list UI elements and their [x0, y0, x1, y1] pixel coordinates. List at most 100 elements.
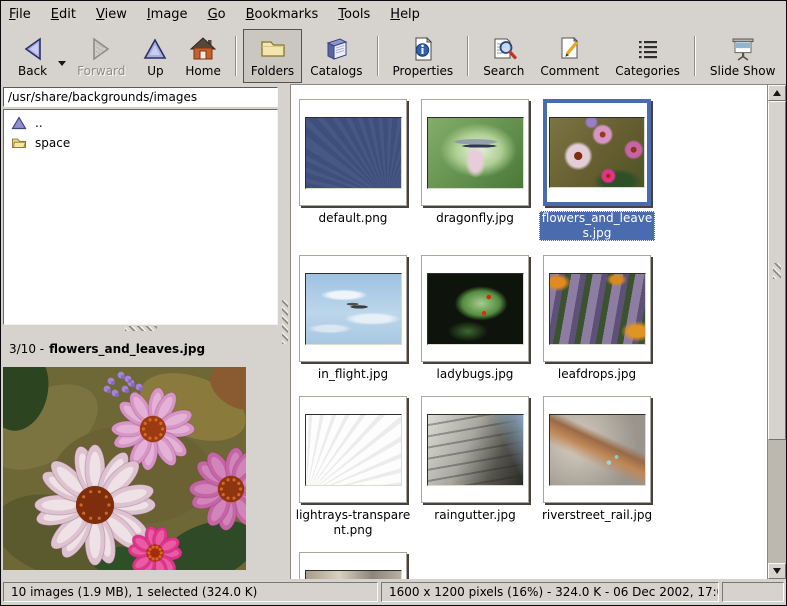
thumbnail-image	[549, 273, 646, 345]
content-area: ..space 3/10 - flowers_and_leaves.jpg de…	[1, 84, 786, 579]
thumbnail-image	[549, 414, 646, 486]
scroll-up-button[interactable]	[768, 85, 786, 101]
scroll-up-icon	[773, 90, 781, 96]
file-name[interactable]: in_flight.jpg	[295, 367, 411, 382]
chevron-down-icon	[58, 61, 66, 66]
folders-icon	[259, 35, 287, 63]
thumbnail-image	[549, 117, 645, 188]
file-cell: dragonfly.jpg	[421, 99, 529, 241]
slide-show-button[interactable]: Slide Show	[702, 29, 783, 83]
thumbnail-grid: default.png dragonfly.jpg flowers_and_leav…	[291, 85, 768, 579]
thumbnail[interactable]	[299, 99, 407, 206]
menu-help[interactable]: Help	[382, 3, 428, 26]
toolbar-button-label: Folders	[251, 64, 294, 78]
thumbnail[interactable]	[543, 396, 651, 503]
status-spacer	[722, 582, 784, 602]
thumbnail-image	[305, 273, 402, 345]
thumbnail[interactable]	[421, 396, 529, 503]
properties-icon	[409, 35, 437, 63]
thumbnail[interactable]	[421, 99, 529, 206]
status-bar: 10 images (1.9 MB), 1 selected (324.0 K)…	[1, 579, 786, 605]
folder-icon	[11, 136, 27, 150]
file-name[interactable]: flowers_and_leaves.jpg	[539, 211, 655, 241]
scrollbar-thumb[interactable]	[768, 101, 786, 440]
folder-item-parent[interactable]: ..	[4, 113, 277, 133]
up-icon	[141, 35, 169, 63]
toolbar-button-label: Back	[18, 64, 47, 78]
status-file-count: 10 images (1.9 MB), 1 selected (324.0 K)	[3, 582, 378, 602]
toolbar-button-label: Home	[185, 64, 220, 78]
menu-tools[interactable]: Tools	[330, 3, 378, 26]
toolbar-separator	[235, 36, 237, 76]
folders-button[interactable]: Folders	[243, 29, 302, 83]
thumbnail[interactable]	[543, 99, 651, 206]
slideshow-icon	[729, 35, 757, 63]
thumbnail[interactable]	[421, 255, 529, 362]
search-icon	[490, 35, 518, 63]
file-cell: ladybugs.jpg	[421, 255, 529, 382]
full-screen-button[interactable]: Full Screen	[783, 29, 787, 83]
back-button[interactable]: Back	[10, 29, 55, 83]
file-cell: raingutter.jpg	[421, 396, 529, 538]
status-image-info: 1600 x 1200 pixels (16%) - 324.0 K - 06 …	[381, 582, 719, 602]
folder-pane: ..space 3/10 - flowers_and_leaves.jpg	[1, 84, 280, 579]
thumbnail[interactable]	[299, 552, 407, 579]
thumbnail-image	[427, 414, 524, 486]
search-button[interactable]: Search	[475, 29, 532, 83]
up-folder-icon	[11, 116, 27, 130]
home-button[interactable]: Home	[177, 29, 228, 83]
thumbnail[interactable]	[299, 255, 407, 362]
forward-icon	[87, 35, 115, 63]
scroll-down-button[interactable]	[768, 563, 786, 579]
menu-go[interactable]: Go	[200, 3, 234, 26]
menu-file[interactable]: File	[1, 3, 39, 26]
toolbar-button-label: Search	[483, 64, 524, 78]
vertical-pane-handle[interactable]	[1, 325, 280, 332]
up-button[interactable]: Up	[133, 29, 177, 83]
file-cell: leafdrops.jpg	[543, 255, 651, 382]
toolbar-button-label: Categories	[615, 64, 680, 78]
properties-button[interactable]: Properties	[385, 29, 462, 83]
toolbar: Back Forward Up Home Folders Catalogs Properti…	[1, 28, 786, 84]
categories-button[interactable]: Categories	[607, 29, 688, 83]
comment-icon	[556, 35, 584, 63]
menu-bookmarks[interactable]: Bookmarks	[238, 3, 327, 26]
thumbnail-pane: default.png dragonfly.jpg flowers_and_leav…	[290, 84, 786, 579]
back-history-caret[interactable]	[55, 31, 69, 81]
forward-button[interactable]: Forward	[69, 29, 133, 83]
toolbar-separator	[377, 36, 379, 76]
vertical-scrollbar[interactable]	[767, 85, 786, 579]
thumbnail-image	[427, 117, 524, 189]
file-name[interactable]: leafdrops.jpg	[539, 367, 655, 382]
file-name[interactable]: raingutter.jpg	[417, 508, 533, 523]
menu-bar: FileEditViewImageGoBookmarksToolsHelp	[1, 1, 786, 28]
pane-splitter[interactable]	[280, 84, 290, 579]
toolbar-separator	[467, 36, 469, 76]
thumbnail-image	[305, 414, 402, 486]
catalogs-button[interactable]: Catalogs	[302, 29, 370, 83]
folder-item-label: space	[35, 136, 70, 150]
toolbar-button-label: Catalogs	[310, 64, 362, 78]
thumbnail[interactable]	[543, 255, 651, 362]
thumbnail-image	[427, 273, 524, 345]
folder-item-space[interactable]: space	[4, 133, 277, 153]
comment-button[interactable]: Comment	[532, 29, 607, 83]
selection-filename: flowers_and_leaves.jpg	[49, 342, 205, 356]
thumbnail-image	[305, 117, 402, 189]
file-name[interactable]: dragonfly.jpg	[417, 211, 533, 226]
menu-view[interactable]: View	[88, 3, 135, 26]
menu-edit[interactable]: Edit	[43, 3, 84, 26]
menu-image[interactable]: Image	[139, 3, 196, 26]
file-cell: in_flight.jpg	[299, 255, 407, 382]
file-name[interactable]: ladybugs.jpg	[417, 367, 533, 382]
application-window: FileEditViewImageGoBookmarksToolsHelp Ba…	[0, 0, 787, 606]
location-entry[interactable]	[3, 87, 278, 107]
file-name[interactable]: lightrays-transparent.png	[295, 508, 411, 538]
file-name[interactable]: default.png	[295, 211, 411, 226]
thumbnail[interactable]	[299, 396, 407, 503]
toolbar-button-label: Up	[147, 64, 163, 78]
toolbar-button-label: Forward	[77, 64, 125, 78]
scroll-down-icon	[773, 568, 781, 574]
file-cell: riverstreet_rail.jpg	[543, 396, 651, 538]
file-name[interactable]: riverstreet_rail.jpg	[539, 508, 655, 523]
